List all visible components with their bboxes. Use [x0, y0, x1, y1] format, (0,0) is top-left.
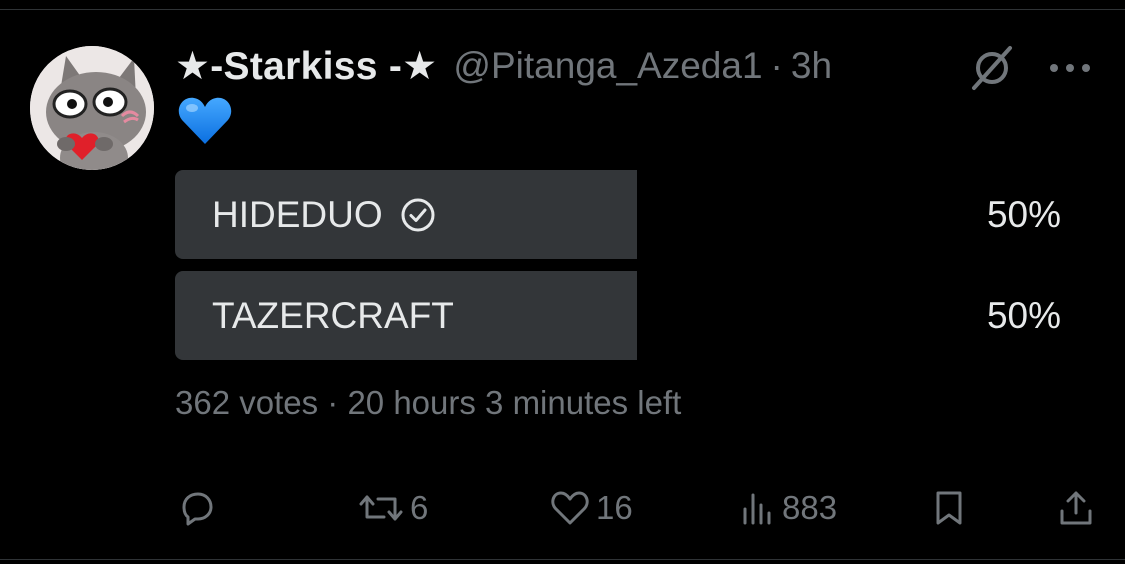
views-count: 883 — [782, 489, 838, 526]
share-button[interactable] — [1058, 478, 1094, 538]
grok-icon[interactable] — [966, 44, 1018, 92]
poll-option-2-label: TAZERCRAFT — [212, 294, 454, 336]
poll-time-left: 20 hours 3 minutes left — [347, 384, 682, 421]
share-icon — [1060, 491, 1092, 525]
tweet-header: ★-Starkiss -★ @Pitanga_Azeda1 · 3h — [175, 38, 832, 94]
poll-option-1-label: HIDEDUO — [212, 193, 383, 235]
blue-heart-emoji — [178, 96, 232, 146]
author-display-name[interactable]: ★-Starkiss -★ — [175, 44, 437, 89]
poll-meta-separator: · — [327, 384, 339, 421]
reply-icon — [182, 492, 213, 526]
poll-meta: 362 votes · 20 hours 3 minutes left — [175, 384, 681, 422]
like-button[interactable]: 16 — [550, 478, 633, 538]
action-bar: 6 16 883 — [0, 478, 1125, 538]
retweet-count: 6 — [410, 489, 429, 526]
views-icon — [743, 493, 771, 525]
retweet-button[interactable]: 6 — [358, 478, 428, 538]
top-divider — [0, 0, 1125, 10]
like-count: 16 — [596, 489, 633, 526]
retweet-icon — [359, 495, 403, 521]
poll-option-2: TAZERCRAFT 50% — [175, 271, 1065, 360]
check-circle-icon — [401, 198, 435, 231]
poll-option-1: HIDEDUO 50% — [175, 170, 1065, 259]
bottom-divider — [0, 559, 1125, 560]
more-options-icon[interactable] — [1046, 56, 1094, 80]
poll-vote-count: 362 votes — [175, 384, 319, 421]
header-separator: · — [770, 45, 783, 86]
bookmark-icon — [936, 491, 962, 525]
bookmark-button[interactable] — [932, 478, 966, 538]
heart-icon — [551, 491, 589, 525]
poll-option-1-label-wrap: HIDEDUO — [212, 170, 437, 259]
tweet-timestamp[interactable]: 3h — [791, 45, 832, 87]
author-handle[interactable]: @Pitanga_Azeda1 — [453, 45, 762, 87]
reply-button[interactable] — [178, 478, 216, 538]
avatar[interactable] — [30, 46, 154, 170]
views-button[interactable]: 883 — [740, 478, 837, 538]
poll-option-2-percent: 50% — [986, 294, 1061, 336]
poll-option-2-label-wrap: TAZERCRAFT — [212, 271, 454, 360]
poll-option-1-percent: 50% — [986, 193, 1061, 235]
